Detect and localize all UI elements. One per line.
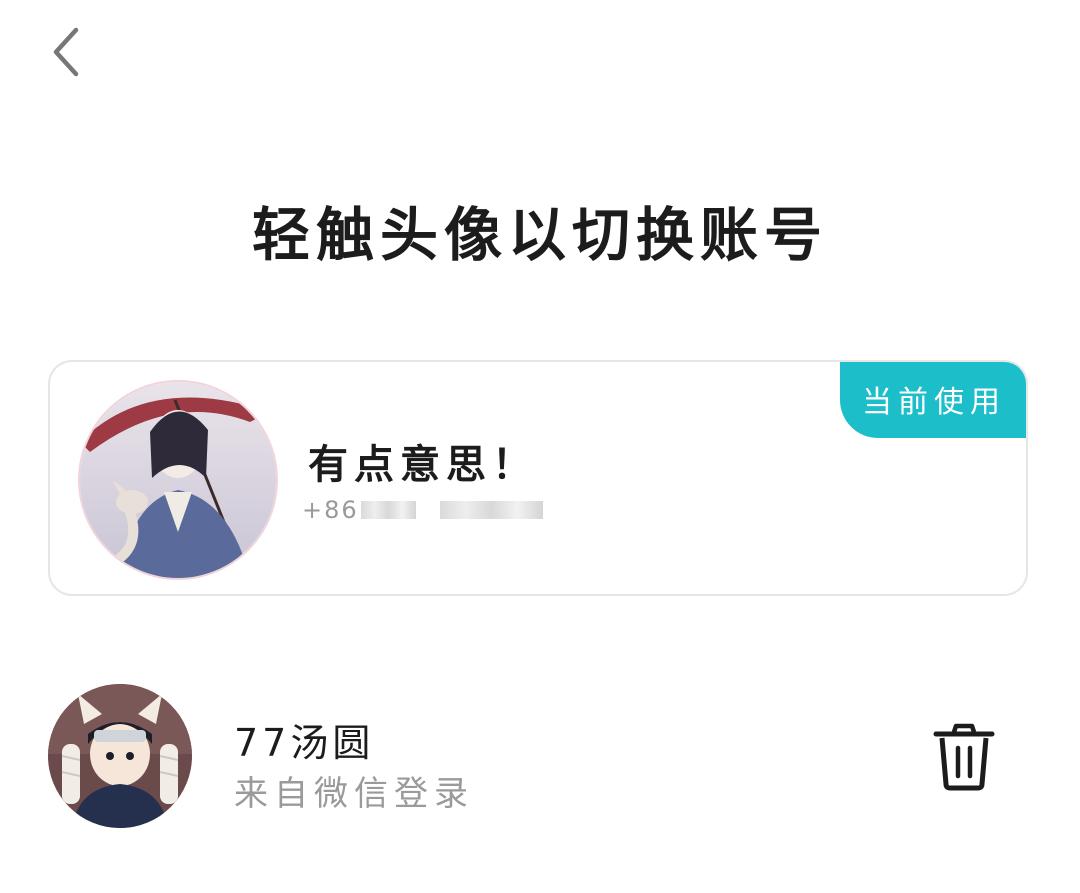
account-login-source: 来自微信登录 <box>234 774 474 814</box>
account-list-item[interactable]: 77汤圆 来自微信登录 <box>48 682 1032 828</box>
phone-prefix: +86 <box>302 496 359 524</box>
current-account-phone: +86 <box>302 496 543 524</box>
account-switch-page: 轻触头像以切换账号 当前使用 有点意思！ +86 77汤圆 来自微信登录 <box>0 0 1080 893</box>
current-account-avatar[interactable] <box>80 382 276 578</box>
page-title: 轻触头像以切换账号 <box>251 201 828 269</box>
current-account-card[interactable]: 当前使用 有点意思！ +86 <box>48 360 1028 596</box>
current-use-badge: 当前使用 <box>840 362 1026 438</box>
back-button[interactable] <box>38 22 94 82</box>
masked-phone-number <box>417 501 438 519</box>
avatar-image <box>80 382 276 578</box>
account-name: 77汤圆 <box>234 721 375 765</box>
current-account-name: 有点意思！ <box>308 442 538 488</box>
chevron-left-icon <box>53 27 79 77</box>
masked-phone-number <box>360 501 416 519</box>
trash-icon <box>933 723 995 791</box>
masked-phone-number <box>439 501 543 519</box>
avatar-image <box>48 684 192 828</box>
account-avatar[interactable] <box>48 684 192 828</box>
delete-account-button[interactable] <box>932 722 996 792</box>
